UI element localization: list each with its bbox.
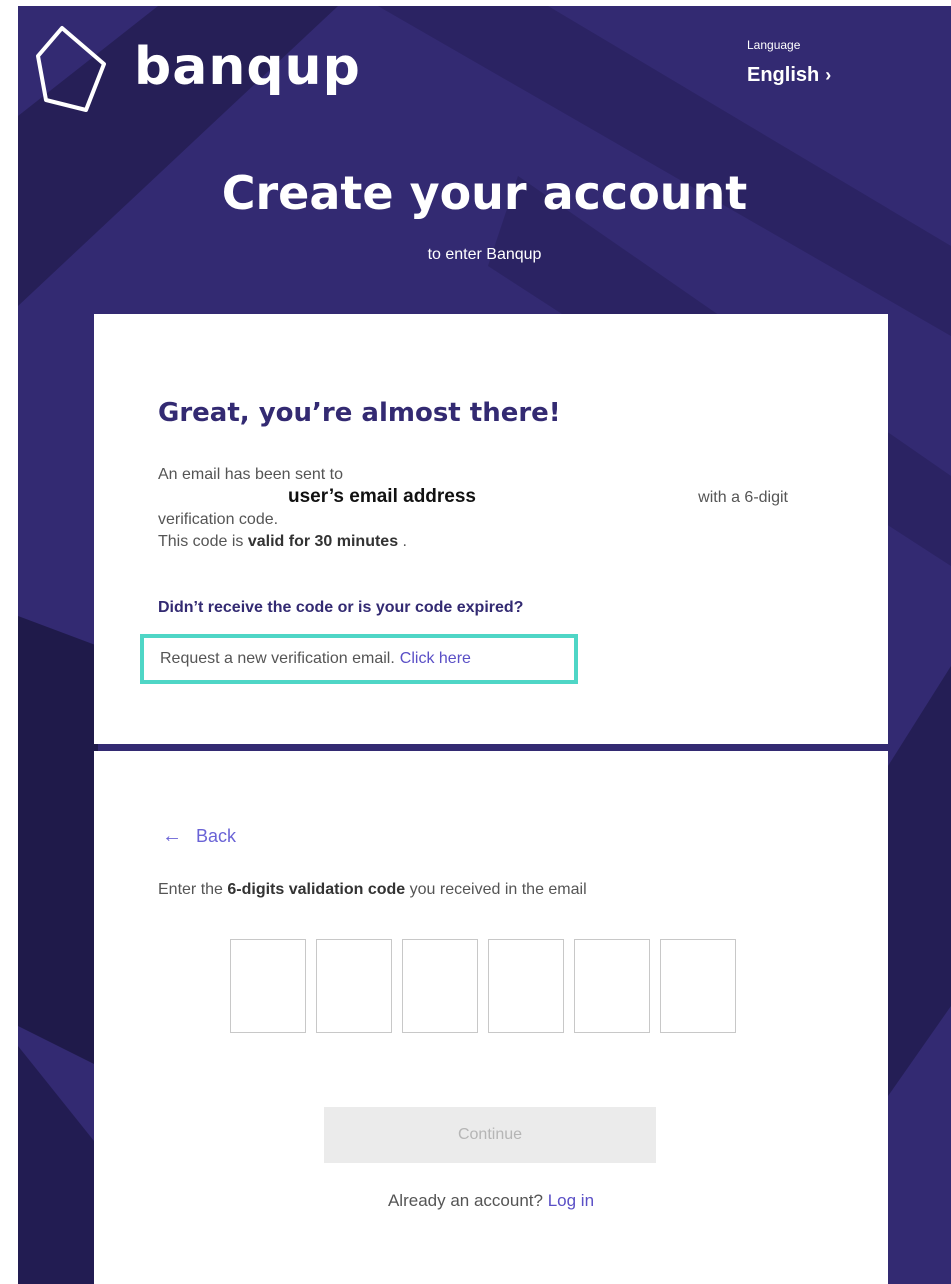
- resend-link[interactable]: Click here: [400, 650, 471, 668]
- valid-duration: valid for 30 minutes: [247, 533, 399, 550]
- code-digit-1[interactable]: [230, 939, 306, 1033]
- back-label: Back: [196, 826, 237, 846]
- page-title: Create your account: [221, 166, 748, 220]
- validity-line: This code is valid for 30 minutes .: [158, 531, 798, 553]
- verification-card: ← Back Enter the 6-digits validation cod…: [94, 751, 888, 1284]
- language-label: Language: [747, 38, 801, 52]
- email-row: user’s email address with a 6-digit: [158, 486, 798, 509]
- signup-page: banqup Language English › Create your ac…: [18, 6, 951, 1284]
- code-digit-2[interactable]: [316, 939, 392, 1033]
- code-digit-4[interactable]: [488, 939, 564, 1033]
- resend-text: Request a new verification email.: [160, 650, 395, 667]
- resend-question: Didn’t receive the code or is your code …: [158, 599, 524, 616]
- valid-prefix: This code is: [158, 533, 244, 550]
- arrow-left-icon: ←: [162, 825, 182, 847]
- confirmation-message: An email has been sent to user’s email a…: [158, 464, 798, 553]
- instruction-suffix: you received in the email: [409, 881, 587, 898]
- hexagon-outline-icon: [36, 26, 106, 112]
- confirmation-card: Great, you’re almost there! An email has…: [94, 314, 888, 744]
- valid-suffix: .: [402, 533, 407, 550]
- continue-button[interactable]: Continue: [324, 1107, 656, 1163]
- code-instruction: Enter the 6-digits validation code you r…: [158, 881, 587, 899]
- chevron-right-icon: ›: [825, 65, 832, 85]
- code-digit-6[interactable]: [660, 939, 736, 1033]
- sent-suffix: with a 6-digit: [698, 489, 788, 506]
- language-value: English: [747, 64, 820, 86]
- code-digit-3[interactable]: [402, 939, 478, 1033]
- page-subtitle: to enter Banqup: [427, 246, 542, 263]
- account-prompt: Already an account?: [387, 1191, 543, 1210]
- resend-highlight-box: Request a new verification email. Click …: [140, 634, 578, 684]
- brand-name: banqup: [134, 37, 361, 97]
- confirmation-heading: Great, you’re almost there!: [158, 398, 561, 428]
- language-dropdown[interactable]: English ›: [747, 64, 831, 87]
- back-button[interactable]: ← Back: [162, 825, 236, 848]
- brand-logo[interactable]: banqup: [36, 24, 361, 116]
- instruction-bold: 6-digits validation code: [227, 881, 406, 898]
- login-prompt: Already an account? Log in: [94, 1191, 888, 1211]
- instruction-prefix: Enter the: [158, 881, 223, 898]
- sent-line2: verification code.: [158, 511, 279, 528]
- code-digit-5[interactable]: [574, 939, 650, 1033]
- user-email: user’s email address: [288, 486, 476, 507]
- code-input-group: [230, 939, 746, 1033]
- login-link[interactable]: Log in: [548, 1191, 594, 1210]
- language-selector: Language English ›: [747, 38, 831, 87]
- sent-prefix: An email has been sent to: [158, 466, 344, 483]
